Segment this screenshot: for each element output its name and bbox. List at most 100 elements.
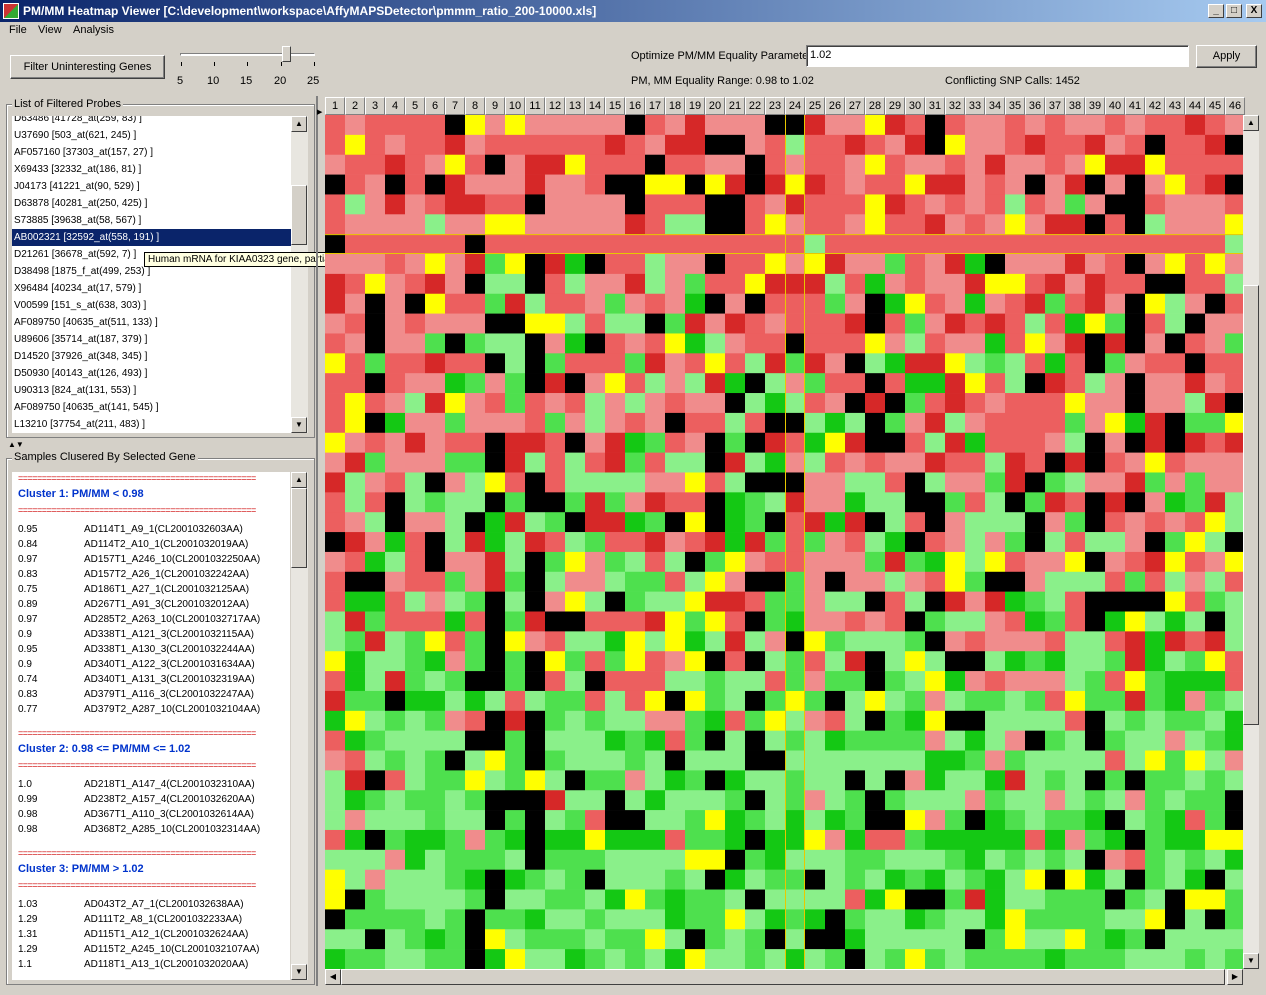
heatmap-cell[interactable] <box>1185 373 1205 394</box>
heatmap-cell[interactable] <box>505 234 525 255</box>
heatmap-cell[interactable] <box>765 551 785 573</box>
heatmap-cell[interactable] <box>1065 790 1085 811</box>
heatmap-cell[interactable] <box>625 492 645 513</box>
heatmap-cell[interactable] <box>1125 591 1145 612</box>
heatmap-cell[interactable] <box>1065 690 1085 712</box>
heatmap-cell[interactable] <box>925 671 945 692</box>
heatmap-cell[interactable] <box>845 551 865 573</box>
heatmap-cell[interactable] <box>1205 412 1225 434</box>
heatmap-cell[interactable] <box>965 551 985 573</box>
heatmap-cell[interactable] <box>405 134 425 156</box>
heatmap-cell[interactable] <box>565 472 585 493</box>
heatmap-cell[interactable] <box>705 313 725 334</box>
heatmap-cell[interactable] <box>885 929 905 950</box>
heatmap-cell[interactable] <box>865 571 885 592</box>
heatmap-cell[interactable] <box>365 512 385 533</box>
heatmap-cell[interactable] <box>605 194 625 215</box>
heatmap-cell[interactable] <box>805 591 825 612</box>
heatmap-cell[interactable] <box>1165 313 1185 334</box>
heatmap-cell[interactable] <box>885 889 905 910</box>
heatmap-cell[interactable] <box>485 671 505 692</box>
heatmap-cell[interactable] <box>325 651 345 672</box>
heatmap-cell[interactable] <box>685 869 705 890</box>
heatmap-cell[interactable] <box>665 234 685 255</box>
heatmap-cell[interactable] <box>1225 412 1243 434</box>
heatmap-cell[interactable] <box>1065 651 1085 672</box>
heatmap-cell[interactable] <box>985 750 1005 771</box>
heatmap-cell[interactable] <box>1065 810 1085 831</box>
heatmap-cell[interactable] <box>1185 730 1205 751</box>
heatmap-cell[interactable] <box>785 134 805 156</box>
heatmap-cell[interactable] <box>325 790 345 811</box>
heatmap-cell[interactable] <box>465 710 485 731</box>
heatmap-cell[interactable] <box>945 949 965 969</box>
heatmap-cell[interactable] <box>405 452 425 473</box>
heatmap-cell[interactable] <box>645 194 665 215</box>
heatmap-cell[interactable] <box>1225 730 1243 751</box>
heatmap-cell[interactable] <box>765 293 785 314</box>
heatmap-cell[interactable] <box>785 154 805 175</box>
heatmap-cell[interactable] <box>445 412 465 434</box>
heatmap-cell[interactable] <box>585 770 605 791</box>
heatmap-cell[interactable] <box>665 373 685 394</box>
heatmap-cell[interactable] <box>1165 214 1185 235</box>
heatmap-cell[interactable] <box>505 313 525 334</box>
heatmap-column-header[interactable]: 35 <box>1005 97 1025 115</box>
heatmap-cell[interactable] <box>1045 214 1065 235</box>
heatmap-cell[interactable] <box>965 929 985 950</box>
heatmap-cell[interactable] <box>585 551 605 573</box>
heatmap-cell[interactable] <box>945 273 965 295</box>
heatmap-cell[interactable] <box>885 532 905 553</box>
heatmap-cell[interactable] <box>825 115 845 136</box>
heatmap-cell[interactable] <box>405 770 425 791</box>
heatmap-cell[interactable] <box>545 154 565 175</box>
heatmap-cell[interactable] <box>905 333 925 354</box>
heatmap-cell[interactable] <box>905 214 925 235</box>
heatmap-cell[interactable] <box>585 611 605 632</box>
heatmap-cell[interactable] <box>1025 393 1045 414</box>
heatmap-cell[interactable] <box>345 353 365 374</box>
heatmap-cell[interactable] <box>985 690 1005 712</box>
heatmap-column-header[interactable]: 31 <box>925 97 945 115</box>
heatmap-cell[interactable] <box>1125 730 1145 751</box>
heatmap-cell[interactable] <box>1185 134 1205 156</box>
heatmap-cell[interactable] <box>1165 115 1185 136</box>
heatmap-cell[interactable] <box>645 710 665 731</box>
heatmap-cell[interactable] <box>445 115 465 136</box>
optimize-input[interactable]: 1.02 <box>806 45 1189 67</box>
heatmap-cell[interactable] <box>505 829 525 851</box>
heatmap-cell[interactable] <box>425 790 445 811</box>
heatmap-cell[interactable] <box>765 234 785 255</box>
heatmap-cell[interactable] <box>565 373 585 394</box>
heatmap-cell[interactable] <box>865 254 885 275</box>
heatmap-cell[interactable] <box>625 829 645 851</box>
heatmap-cell[interactable] <box>1005 373 1025 394</box>
heatmap-cell[interactable] <box>425 313 445 334</box>
heatmap-cell[interactable] <box>1005 611 1025 632</box>
heatmap-cell[interactable] <box>685 472 705 493</box>
heatmap-cell[interactable] <box>1105 273 1125 295</box>
heatmap-cell[interactable] <box>425 730 445 751</box>
heatmap-cell[interactable] <box>705 432 725 453</box>
heatmap-cell[interactable] <box>505 532 525 553</box>
heatmap-cell[interactable] <box>1065 532 1085 553</box>
heatmap-cell[interactable] <box>385 273 405 295</box>
heatmap-cell[interactable] <box>1085 452 1105 473</box>
heatmap-cell[interactable] <box>1105 909 1125 930</box>
heatmap-cell[interactable] <box>385 412 405 434</box>
heatmap-cell[interactable] <box>585 571 605 592</box>
heatmap-cell[interactable] <box>945 115 965 136</box>
heatmap-cell[interactable] <box>765 591 785 612</box>
heatmap-cell[interactable] <box>625 273 645 295</box>
probe-list-item[interactable]: D14520 [37926_at(348, 345) ] <box>12 348 291 365</box>
heatmap-cell[interactable] <box>1185 353 1205 374</box>
heatmap-cell[interactable] <box>705 512 725 533</box>
heatmap-cell[interactable] <box>505 472 525 493</box>
heatmap-cell[interactable] <box>1105 254 1125 275</box>
heatmap-cell[interactable] <box>785 671 805 692</box>
heatmap-cell[interactable] <box>945 790 965 811</box>
heatmap-cell[interactable] <box>625 134 645 156</box>
heatmap-cell[interactable] <box>1145 869 1165 890</box>
heatmap-cell[interactable] <box>345 254 365 275</box>
heatmap-cell[interactable] <box>1085 790 1105 811</box>
